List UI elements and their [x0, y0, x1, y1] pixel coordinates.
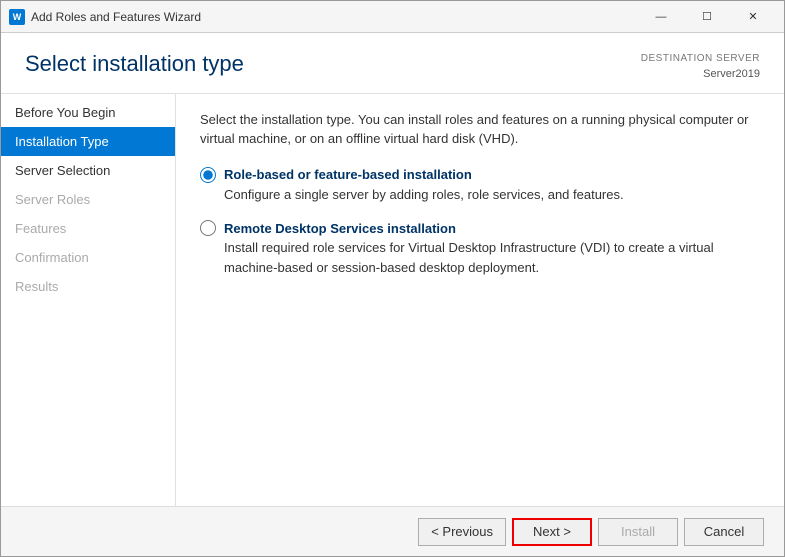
option-remote-desktop-desc: Install required role services for Virtu…	[224, 238, 760, 277]
main-body: Before You Begin Installation Type Serve…	[1, 94, 784, 507]
radio-role-based[interactable]	[200, 167, 216, 183]
destination-server: DESTINATION SERVER Server2019	[641, 51, 760, 83]
destination-value: Server2019	[641, 66, 760, 83]
window-icon: W	[9, 9, 25, 25]
title-bar-left: W Add Roles and Features Wizard	[9, 9, 201, 25]
install-button: Install	[598, 518, 678, 546]
radio-remote-desktop[interactable]	[200, 220, 216, 236]
sidebar-item-installation-type[interactable]: Installation Type	[1, 127, 175, 156]
maximize-button[interactable]: ☐	[684, 1, 730, 33]
window-title: Add Roles and Features Wizard	[31, 10, 201, 24]
footer: < Previous Next > Install Cancel	[1, 506, 784, 556]
destination-label: DESTINATION SERVER	[641, 51, 760, 66]
cancel-button[interactable]: Cancel	[684, 518, 764, 546]
title-bar-controls: — ☐ ✕	[638, 1, 776, 33]
sidebar-item-confirmation: Confirmation	[1, 243, 175, 272]
page-title: Select installation type	[25, 51, 244, 77]
page-header: Select installation type DESTINATION SER…	[1, 33, 784, 93]
option-role-based-title: Role-based or feature-based installation	[224, 167, 472, 182]
title-bar: W Add Roles and Features Wizard — ☐ ✕	[1, 1, 784, 33]
sidebar-item-results: Results	[1, 272, 175, 301]
close-button[interactable]: ✕	[730, 1, 776, 33]
option-remote-desktop-header: Remote Desktop Services installation	[200, 220, 760, 236]
option-group: Role-based or feature-based installation…	[200, 167, 760, 278]
sidebar-item-features: Features	[1, 214, 175, 243]
previous-button[interactable]: < Previous	[418, 518, 506, 546]
description-text: Select the installation type. You can in…	[200, 110, 760, 149]
option-role-based-desc: Configure a single server by adding role…	[224, 185, 760, 205]
wizard-window: W Add Roles and Features Wizard — ☐ ✕ Se…	[0, 0, 785, 557]
next-button[interactable]: Next >	[512, 518, 592, 546]
content-area: Select installation type DESTINATION SER…	[1, 33, 784, 556]
minimize-button[interactable]: —	[638, 1, 684, 33]
option-remote-desktop: Remote Desktop Services installation Ins…	[200, 220, 760, 277]
sidebar: Before You Begin Installation Type Serve…	[1, 94, 176, 507]
sidebar-item-before-you-begin[interactable]: Before You Begin	[1, 98, 175, 127]
option-role-based: Role-based or feature-based installation…	[200, 167, 760, 205]
sidebar-item-server-selection[interactable]: Server Selection	[1, 156, 175, 185]
option-role-based-header: Role-based or feature-based installation	[200, 167, 760, 183]
sidebar-item-server-roles: Server Roles	[1, 185, 175, 214]
main-content: Select the installation type. You can in…	[176, 94, 784, 507]
option-remote-desktop-title: Remote Desktop Services installation	[224, 221, 456, 236]
